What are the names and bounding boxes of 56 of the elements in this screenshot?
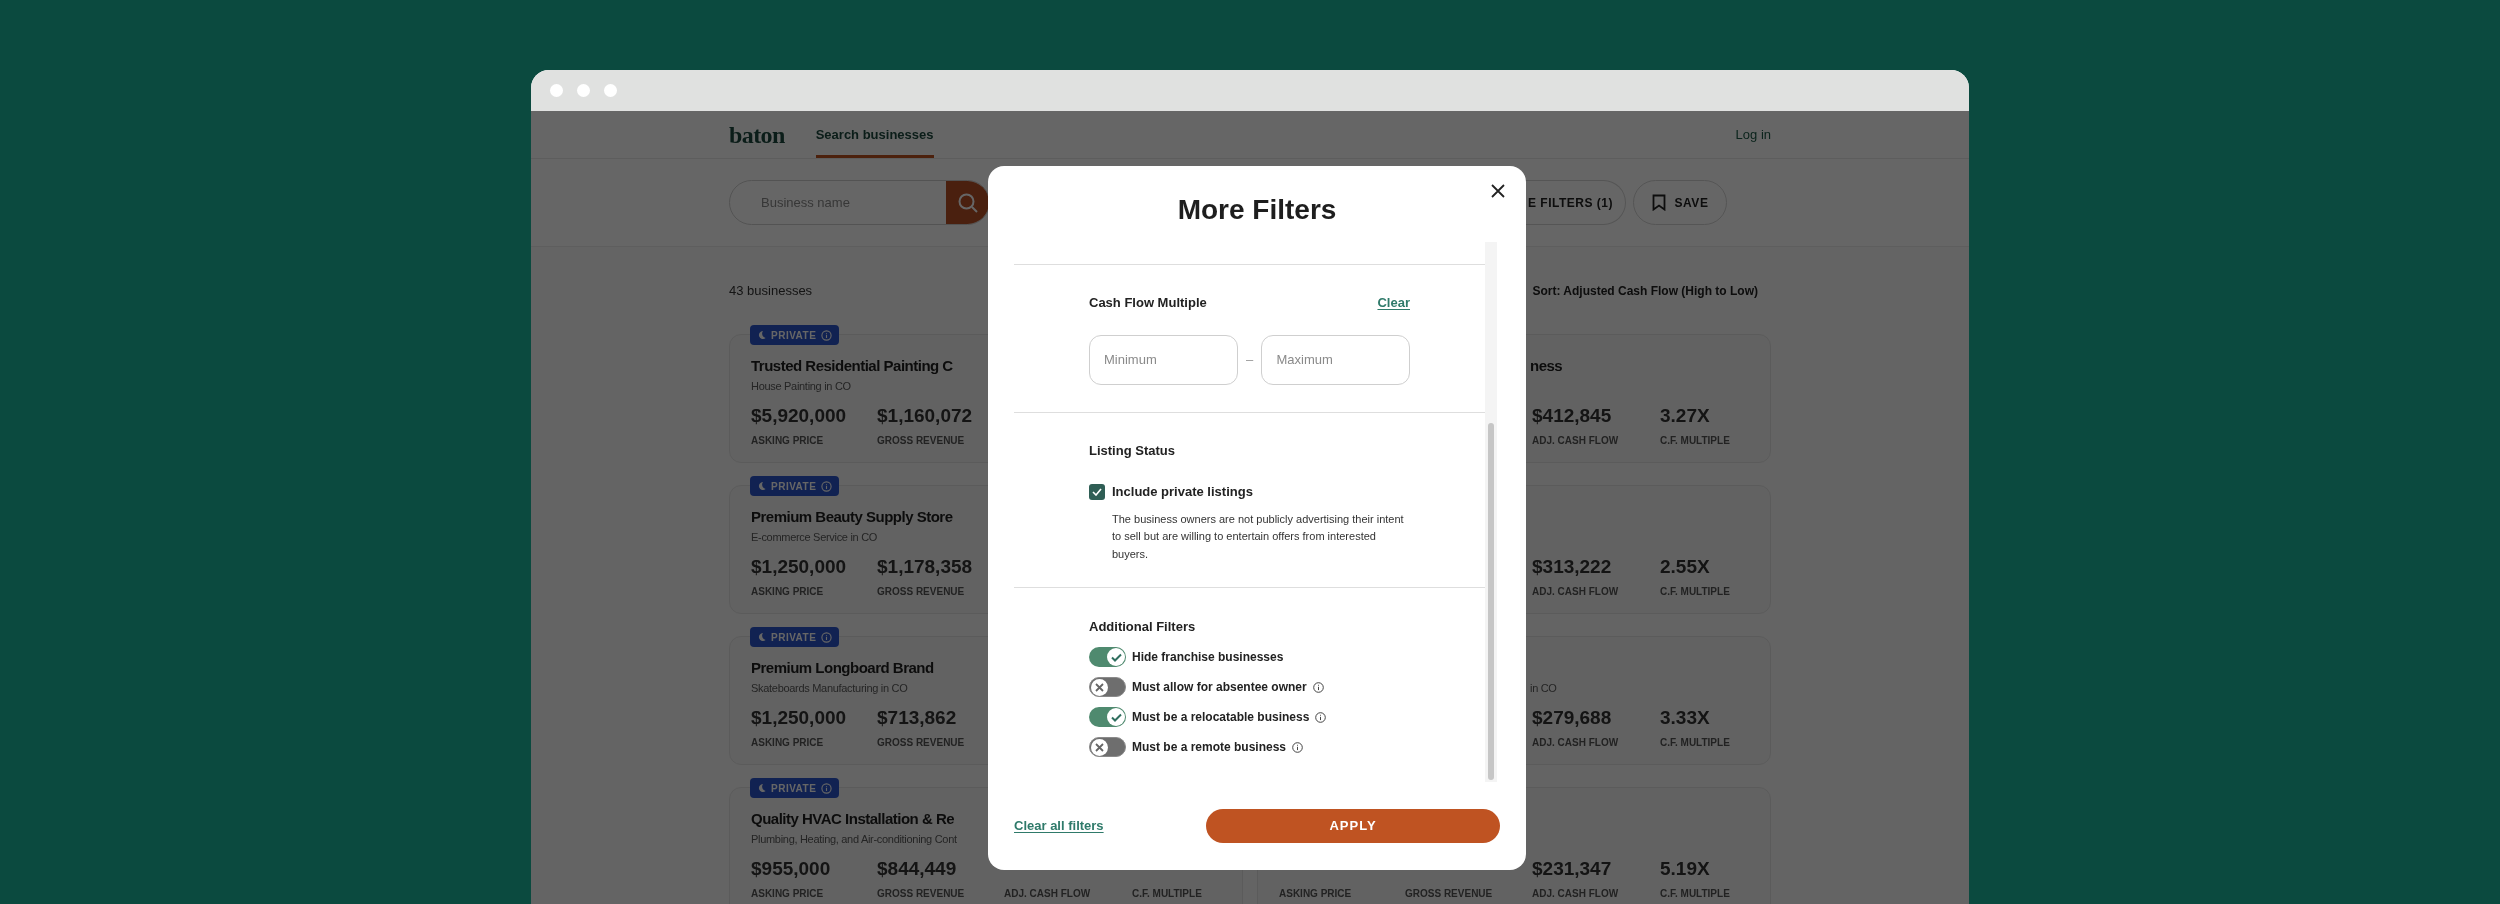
results-count: 43 businesses bbox=[729, 281, 813, 300]
section-heading: Listing Status bbox=[1089, 442, 1176, 460]
stat-label: C.F. MULTIPLE bbox=[1660, 585, 1730, 599]
stat-label: C.F. MULTIPLE bbox=[1660, 434, 1730, 448]
listing-title: Quality HVAC Installation & Re bbox=[751, 809, 955, 829]
stat-value: 3.33X bbox=[1660, 707, 1710, 729]
listing-subtitle: Skateboards Manufacturing in CO bbox=[751, 681, 908, 696]
stat-label: ASKING PRICE bbox=[751, 736, 824, 750]
section-heading: Additional Filters bbox=[1089, 618, 1197, 636]
stat-label: GROSS REVENUE bbox=[877, 585, 965, 599]
stat-value: $5,920,000 bbox=[751, 405, 847, 427]
stat-label: ASKING PRICE bbox=[751, 585, 824, 599]
stat-value: 5.19X bbox=[1660, 858, 1710, 880]
stat-value: $1,250,000 bbox=[751, 707, 847, 729]
stat-label: ADJ. CASH FLOW bbox=[1532, 736, 1619, 750]
stat-value: $1,178,358 bbox=[877, 556, 973, 578]
section-heading: Cash Flow Multiple bbox=[1089, 294, 1207, 313]
stat-value: $231,347 bbox=[1532, 858, 1612, 880]
stat-value: $313,222 bbox=[1532, 556, 1612, 578]
range-dash: – bbox=[1244, 351, 1255, 370]
listing-subtitle: E-commerce Service in CO bbox=[751, 530, 878, 545]
listing-subtitle: in CO bbox=[1530, 681, 1557, 696]
stat-label: C.F. MULTIPLE bbox=[1132, 887, 1202, 901]
stat-value: $412,845 bbox=[1532, 405, 1612, 427]
listing-title: Trusted Residential Painting C bbox=[751, 356, 953, 376]
stat-value: $844,449 bbox=[877, 858, 957, 880]
private-badge: PRIVATE bbox=[750, 778, 840, 798]
stat-value: 2.55X bbox=[1660, 556, 1710, 578]
stat-label: ASKING PRICE bbox=[751, 887, 824, 901]
stat-label: GROSS REVENUE bbox=[877, 887, 965, 901]
stat-value: $713,862 bbox=[877, 707, 957, 729]
private-badge: PRIVATE bbox=[750, 476, 840, 496]
listing-title: Premium Beauty Supply Store bbox=[751, 507, 953, 527]
private-badge: PRIVATE bbox=[750, 325, 840, 345]
stat-value: $1,160,072 bbox=[877, 405, 973, 427]
stat-label: C.F. MULTIPLE bbox=[1660, 736, 1730, 750]
listing-title: Premium Longboard Brand bbox=[751, 658, 934, 678]
stat-value: $955,000 bbox=[751, 858, 831, 880]
stat-label: GROSS REVENUE bbox=[877, 434, 965, 448]
listing-subtitle: House Painting in CO bbox=[751, 379, 851, 394]
stat-label: GROSS REVENUE bbox=[1405, 887, 1493, 901]
stat-label: C.F. MULTIPLE bbox=[1660, 887, 1730, 901]
stat-label: ADJ. CASH FLOW bbox=[1532, 887, 1619, 901]
stat-value: $1,250,000 bbox=[751, 556, 847, 578]
stat-value: $279,688 bbox=[1532, 707, 1612, 729]
stat-label: ADJ. CASH FLOW bbox=[1004, 887, 1091, 901]
listing-subtitle: Plumbing, Heating, and Air-conditioning Cont bbox=[751, 832, 957, 847]
listing-title: ness bbox=[1530, 356, 1563, 376]
modal-title: More Filters bbox=[1177, 193, 1337, 227]
stat-label: ADJ. CASH FLOW bbox=[1532, 585, 1619, 599]
stat-label: ADJ. CASH FLOW bbox=[1532, 434, 1619, 448]
stat-label: ASKING PRICE bbox=[751, 434, 824, 448]
stat-label: GROSS REVENUE bbox=[877, 736, 965, 750]
stat-label: ASKING PRICE bbox=[1279, 887, 1352, 901]
private-badge: PRIVATE bbox=[750, 627, 840, 647]
stat-value: 3.27X bbox=[1660, 405, 1710, 427]
